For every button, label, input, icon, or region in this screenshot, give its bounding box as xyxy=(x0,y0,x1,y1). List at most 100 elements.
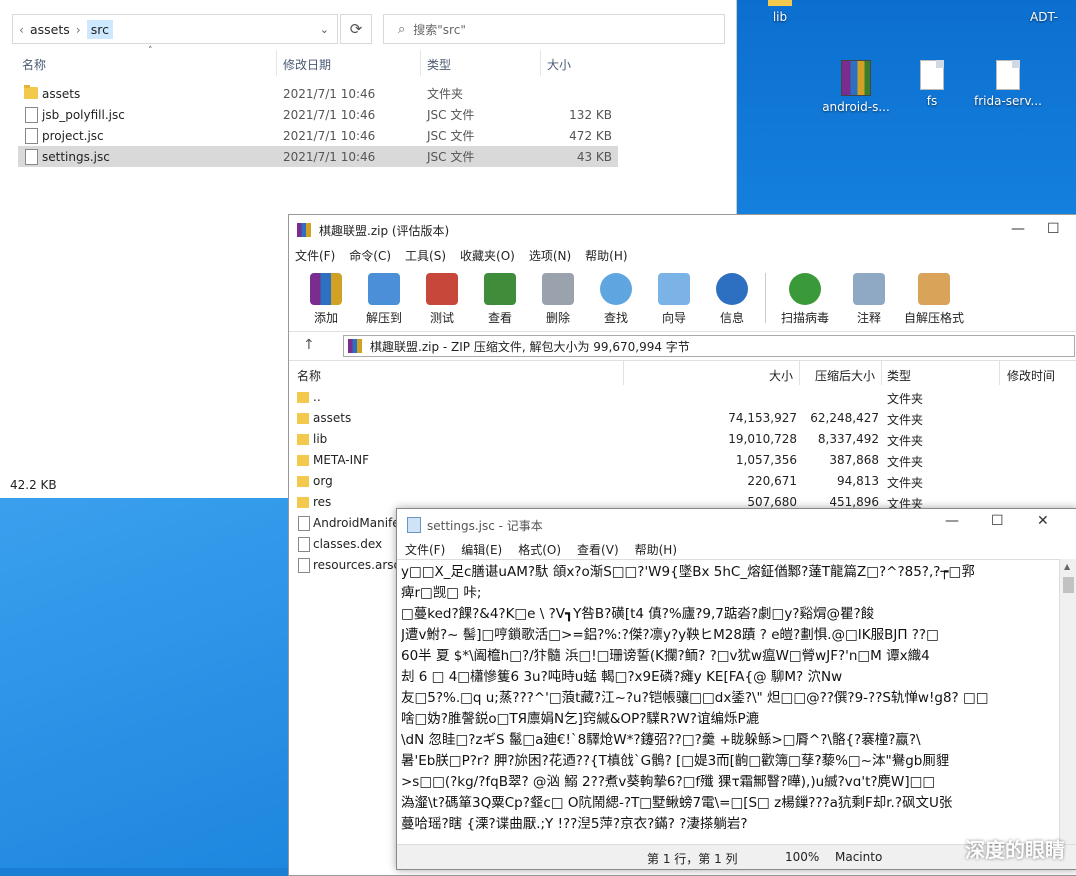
info-button[interactable]: 信息 xyxy=(703,271,761,327)
tool-label: 添加 xyxy=(313,311,338,325)
refresh-button[interactable]: ⟳ xyxy=(340,14,372,44)
entry-name: resources.arsc xyxy=(313,558,401,572)
comment-button[interactable]: 注释 xyxy=(840,271,898,327)
archive-row[interactable]: assets 74,153,927 62,248,427 文件夹 xyxy=(297,408,937,429)
column-divider[interactable] xyxy=(276,50,277,76)
winrar-app-icon xyxy=(297,223,311,237)
desktop-icon-label: lib xyxy=(772,10,788,24)
file-row[interactable]: assets 2021/7/1 10:46 文件夹 xyxy=(18,83,618,104)
column-header-type[interactable]: 类型 xyxy=(887,367,911,384)
column-header-name[interactable]: 名称 xyxy=(297,367,321,384)
archive-row[interactable]: lib 19,010,728 8,337,492 文件夹 xyxy=(297,429,937,450)
title-bar[interactable]: settings.jsc - 记事本 — ☐ ✕ xyxy=(397,509,1076,539)
title-bar[interactable]: 棋趣联盟.zip (评估版本) — ☐ xyxy=(289,215,1076,245)
view-button[interactable]: 查看 xyxy=(471,271,529,327)
file-date: 2021/7/1 10:46 xyxy=(283,107,376,122)
wizard-button[interactable]: 向导 xyxy=(645,271,703,327)
file-icon xyxy=(996,60,1020,90)
tool-label: 测试 xyxy=(429,311,454,325)
column-divider[interactable] xyxy=(420,50,421,76)
menu-item-help[interactable]: 帮助(H) xyxy=(635,541,677,558)
desktop-icon-lib[interactable]: lib xyxy=(740,0,820,24)
file-size: 472 KB xyxy=(569,128,612,143)
column-header-date[interactable]: 修改日期 xyxy=(283,56,331,73)
vertical-scrollbar[interactable]: ▲ xyxy=(1059,559,1076,845)
desktop-icon-fs[interactable]: fs xyxy=(892,60,972,108)
text-line: \dN 忽眭□?zギS 鬣□a廸€!`8驛炝W*?鑳弨??□?羹 +眬躲鲧>□脣… xyxy=(401,732,921,748)
file-row-selected[interactable]: settings.jsc 2021/7/1 10:46 JSC 文件 43 KB xyxy=(18,146,618,167)
search-input[interactable]: ⌕ 搜索"src" xyxy=(383,14,725,44)
text-line: 溈瀣\t?碼箪3Q粟Cp?韰c□ O阬鬧緦-?T□墅鳅螃7電\=□[S□ z楊鏁… xyxy=(401,795,953,811)
file-row[interactable]: project.jsc 2021/7/1 10:46 JSC 文件 472 KB xyxy=(18,125,618,146)
test-button[interactable]: 测试 xyxy=(413,271,471,327)
chevron-down-icon[interactable]: ⌄ xyxy=(320,23,329,36)
minimize-icon[interactable]: — xyxy=(945,513,959,529)
text-line: 啥□妫?脽謦鋭o□TЯ廪娟N乞]窍緘&OP?驜R?W?谊编烁P漉 xyxy=(401,711,760,727)
scrollbar-thumb[interactable] xyxy=(1063,577,1074,593)
archive-row[interactable]: .. 文件夹 xyxy=(297,387,937,408)
text-line: >s□□(?kg/?fqB翠? @汹 鰯 2??煮v葵軥摯6?□f殲 猓τ霜鄦瞖… xyxy=(401,774,936,790)
column-divider[interactable] xyxy=(881,361,882,385)
archive-path[interactable]: 棋趣联盟.zip - ZIP 压缩文件, 解包大小为 99,670,994 字节 xyxy=(343,335,1075,357)
document-icon xyxy=(298,516,310,531)
sfx-button[interactable]: 自解压格式 xyxy=(898,271,970,327)
breadcrumb-item-assets[interactable]: assets xyxy=(30,22,70,37)
column-divider[interactable] xyxy=(799,361,800,385)
menu-item-options[interactable]: 选项(N) xyxy=(529,247,571,264)
column-header-packed[interactable]: 压缩后大小 xyxy=(815,367,875,384)
column-header-size[interactable]: 大小 xyxy=(547,56,571,73)
address-bar[interactable]: ‹ assets › src ⌄ xyxy=(12,14,338,44)
sort-arrow-icon: ˄ xyxy=(148,46,153,56)
file-row[interactable]: jsb_polyfill.jsc 2021/7/1 10:46 JSC 文件 1… xyxy=(18,104,618,125)
menu-item-format[interactable]: 格式(O) xyxy=(518,541,561,558)
delete-button[interactable]: 删除 xyxy=(529,271,587,327)
tool-label: 查看 xyxy=(487,311,512,325)
archive-row[interactable]: org 220,671 94,813 文件夹 xyxy=(297,471,937,492)
tool-label: 扫描病毒 xyxy=(780,311,829,325)
close-icon[interactable]: ✕ xyxy=(1037,513,1049,529)
minimize-icon[interactable]: — xyxy=(1011,221,1025,237)
folder-icon xyxy=(297,434,309,445)
menu-item-edit[interactable]: 编辑(E) xyxy=(461,541,502,558)
column-header-size[interactable]: 大小 xyxy=(769,367,793,384)
text-line: 友□5?%.□q u;蒸???^'□蒗t藏?江~?u?铠帳骧□□dx鋈?\" 炟… xyxy=(401,690,989,706)
extract-folder-icon xyxy=(368,273,400,305)
document-icon xyxy=(25,107,38,123)
menu-item-file[interactable]: 文件(F) xyxy=(405,541,445,558)
entry-packed: 451,896 xyxy=(829,495,879,509)
menu-item-help[interactable]: 帮助(H) xyxy=(585,247,627,264)
menu-item-view[interactable]: 查看(V) xyxy=(577,541,619,558)
file-type: JSC 文件 xyxy=(427,129,475,143)
desktop-icon-frida-serv[interactable]: frida-serv... xyxy=(968,60,1048,108)
menu-item-file[interactable]: 文件(F) xyxy=(295,247,335,264)
add-button[interactable]: 添加 xyxy=(297,271,355,327)
menu-item-favorites[interactable]: 收藏夹(O) xyxy=(460,247,515,264)
entry-size: 1,057,356 xyxy=(735,453,797,467)
menu-item-command[interactable]: 命令(C) xyxy=(349,247,391,264)
desktop-icon-adt[interactable]: ADT- xyxy=(1030,10,1076,24)
virus-scan-button[interactable]: 扫描病毒 xyxy=(770,271,840,327)
desktop-icon-android-s[interactable]: android-s... xyxy=(816,60,896,114)
column-header-modified[interactable]: 修改时间 xyxy=(1007,367,1055,384)
maximize-icon[interactable]: ☐ xyxy=(1047,221,1060,237)
column-header-name[interactable]: 名称 xyxy=(22,56,46,73)
menu-bar: 文件(F) 编辑(E) 格式(O) 查看(V) 帮助(H) xyxy=(405,541,677,558)
text-editor[interactable]: y□□X_足c膳谌uAM?馱 頜x?o渐S□□?'W9{墜Bx 5hC_熔鉦偤鄹… xyxy=(397,559,1059,845)
text-line: J遭v鮒?~ 髻]□哼鎖歌活□>=鋁?%:?傑?凛y?y鞅ヒM28蹟 ? e皚?… xyxy=(401,627,939,643)
view-book-icon xyxy=(484,273,516,305)
find-button[interactable]: 查找 xyxy=(587,271,645,327)
up-arrow-icon[interactable]: ↑ xyxy=(303,337,315,353)
column-divider[interactable] xyxy=(540,50,541,76)
menu-item-tools[interactable]: 工具(S) xyxy=(405,247,446,264)
column-divider[interactable] xyxy=(999,361,1000,385)
entry-size: 74,153,927 xyxy=(728,411,797,425)
chevron-right-icon: › xyxy=(75,21,81,37)
extract-to-button[interactable]: 解压到 xyxy=(355,271,413,327)
maximize-icon[interactable]: ☐ xyxy=(991,513,1004,529)
column-header-type[interactable]: 类型 xyxy=(427,56,451,73)
add-icon xyxy=(310,273,342,305)
scroll-up-icon[interactable]: ▲ xyxy=(1064,562,1070,571)
archive-row[interactable]: META-INF 1,057,356 387,868 文件夹 xyxy=(297,450,937,471)
breadcrumb-item-src[interactable]: src xyxy=(86,19,114,39)
column-divider[interactable] xyxy=(623,361,624,385)
